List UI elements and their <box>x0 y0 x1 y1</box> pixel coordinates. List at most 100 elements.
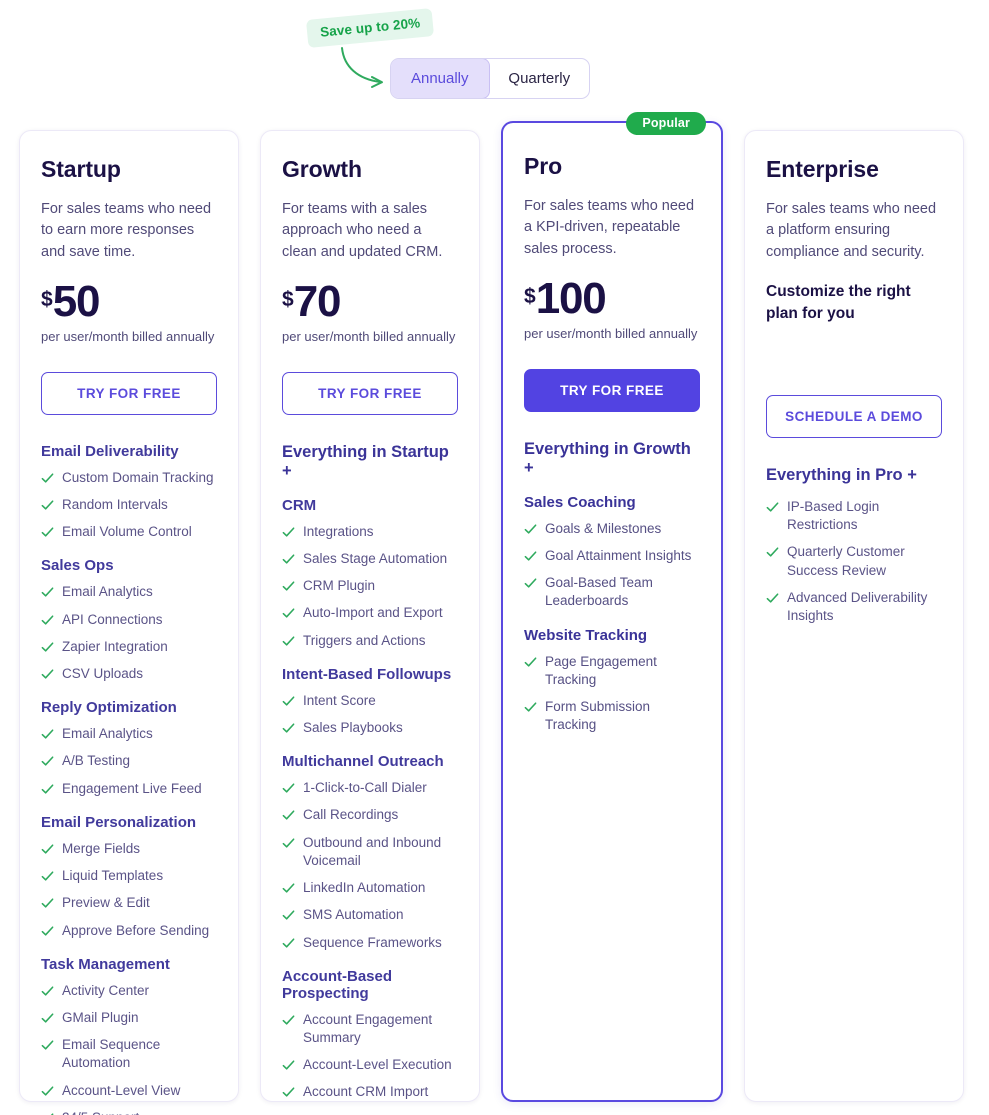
feature-label: Preview & Edit <box>62 894 150 912</box>
feature-item: Intent Score <box>282 692 458 710</box>
feature-label: Sales Playbooks <box>303 719 403 737</box>
feature-label: Random Intervals <box>62 496 168 514</box>
save-promo-badge: Save up to 20% <box>306 8 435 48</box>
feature-item: Account Engagement Summary <box>282 1011 458 1047</box>
check-icon <box>41 1012 54 1025</box>
feature-label: Engagement Live Feed <box>62 780 202 798</box>
feature-label: Sales Stage Automation <box>303 550 447 568</box>
feature-group-heading: Account-Based Prospecting <box>282 968 458 1002</box>
check-icon <box>766 501 779 514</box>
feature-label: Auto-Import and Export <box>303 604 443 622</box>
check-icon <box>282 695 295 708</box>
feature-label: A/B Testing <box>62 752 130 770</box>
feature-label: Activity Center <box>62 982 149 1000</box>
check-icon <box>282 937 295 950</box>
pricing-card-startup: Startup For sales teams who need to earn … <box>19 130 239 1102</box>
feature-item: LinkedIn Automation <box>282 879 458 897</box>
check-icon <box>41 843 54 856</box>
feature-item: IP-Based Login Restrictions <box>766 498 942 534</box>
feature-item: Random Intervals <box>41 496 217 514</box>
check-icon <box>41 870 54 883</box>
check-icon <box>282 1014 295 1027</box>
check-icon <box>41 526 54 539</box>
plan-name: Pro <box>524 153 700 180</box>
check-icon <box>41 755 54 768</box>
feature-item: API Connections <box>41 611 217 629</box>
check-icon <box>524 523 537 536</box>
feature-label: Goals & Milestones <box>545 520 661 538</box>
feature-label: Account Engagement Summary <box>303 1011 458 1047</box>
feature-group-heading: Intent-Based Followups <box>282 666 458 683</box>
feature-label: SMS Automation <box>303 906 404 924</box>
feature-label: Email Sequence Automation <box>62 1036 217 1072</box>
billing-period-toggle[interactable]: Annually Quarterly <box>390 58 590 99</box>
feature-item: Email Analytics <box>41 583 217 601</box>
check-icon <box>41 668 54 681</box>
feature-item: Sequence Frameworks <box>282 934 458 952</box>
feature-item: Account CRM Import <box>282 1083 458 1101</box>
check-icon <box>282 526 295 539</box>
feature-item: Approve Before Sending <box>41 922 217 940</box>
check-icon <box>41 472 54 485</box>
plan-description: For sales teams who need a platform ensu… <box>766 199 942 263</box>
pricing-page: Save up to 20% Annually Quarterly Startu… <box>0 0 989 1115</box>
price-currency: $ <box>41 289 53 310</box>
check-icon <box>41 499 54 512</box>
feature-item: Sales Stage Automation <box>282 550 458 568</box>
plan-name: Growth <box>282 156 458 183</box>
check-icon <box>41 925 54 938</box>
feature-label: Goal Attainment Insights <box>545 547 691 565</box>
feature-group-heading: Website Tracking <box>524 627 700 644</box>
feature-label: Sequence Frameworks <box>303 934 442 952</box>
feature-item: Email Analytics <box>41 725 217 743</box>
feature-item: Account-Level Execution <box>282 1056 458 1074</box>
plan-description: For sales teams who need to earn more re… <box>41 199 217 263</box>
feature-item: Zapier Integration <box>41 638 217 656</box>
price-note: per user/month billed annually <box>524 326 700 341</box>
cta-button-pro[interactable]: TRY FOR FREE <box>524 369 700 412</box>
plan-custom-note: Customize the right plan for you <box>766 281 942 325</box>
feature-label: Integrations <box>303 523 374 541</box>
toggle-option-quarterly[interactable]: Quarterly <box>490 59 590 98</box>
check-icon <box>524 550 537 563</box>
price-value: 50 <box>53 281 100 323</box>
feature-group-heading: Reply Optimization <box>41 699 217 716</box>
feature-label: Page Engagement Tracking <box>545 653 700 689</box>
plan-name: Enterprise <box>766 156 942 183</box>
check-icon <box>282 1086 295 1099</box>
feature-label: Account CRM Import <box>303 1083 428 1101</box>
feature-item: Outbound and Inbound Voicemail <box>282 834 458 870</box>
feature-label: LinkedIn Automation <box>303 879 425 897</box>
plan-price: $50 <box>41 281 217 323</box>
feature-label: GMail Plugin <box>62 1009 139 1027</box>
feature-label: Quarterly Customer Success Review <box>787 543 942 579</box>
pricing-card-pro: PopularProFor sales teams who need a KPI… <box>501 121 723 1102</box>
cta-button-startup[interactable]: TRY FOR FREE <box>41 372 217 415</box>
feature-label: Outbound and Inbound Voicemail <box>303 834 458 870</box>
popular-badge: Popular <box>626 112 706 135</box>
feature-label: 1-Click-to-Call Dialer <box>303 779 427 797</box>
feature-label: Approve Before Sending <box>62 922 209 940</box>
feature-intro-heading: Everything in Pro + <box>766 466 942 485</box>
feature-label: Account-Level View <box>62 1082 180 1100</box>
check-icon <box>41 897 54 910</box>
cta-button-growth[interactable]: TRY FOR FREE <box>282 372 458 415</box>
feature-label: Call Recordings <box>303 806 398 824</box>
feature-label: Zapier Integration <box>62 638 168 656</box>
cta-button-enterprise[interactable]: SCHEDULE A DEMO <box>766 395 942 438</box>
check-icon <box>41 586 54 599</box>
feature-item: Goal Attainment Insights <box>524 547 700 565</box>
pricing-card-enterprise: Enterprise For sales teams who need a pla… <box>744 130 964 1102</box>
feature-label: Merge Fields <box>62 840 140 858</box>
feature-label: Goal-Based Team Leaderboards <box>545 574 700 610</box>
feature-label: API Connections <box>62 611 163 629</box>
toggle-option-annually[interactable]: Annually <box>390 58 490 99</box>
check-icon <box>524 656 537 669</box>
check-icon <box>524 701 537 714</box>
feature-label: Liquid Templates <box>62 867 163 885</box>
feature-list: Everything in Startup +CRMIntegrationsSa… <box>282 443 458 1102</box>
plan-name: Startup <box>41 156 217 183</box>
check-icon <box>282 580 295 593</box>
feature-label: 24/5 Support <box>62 1109 139 1115</box>
feature-list: Email DeliverabilityCustom Domain Tracki… <box>41 443 217 1115</box>
